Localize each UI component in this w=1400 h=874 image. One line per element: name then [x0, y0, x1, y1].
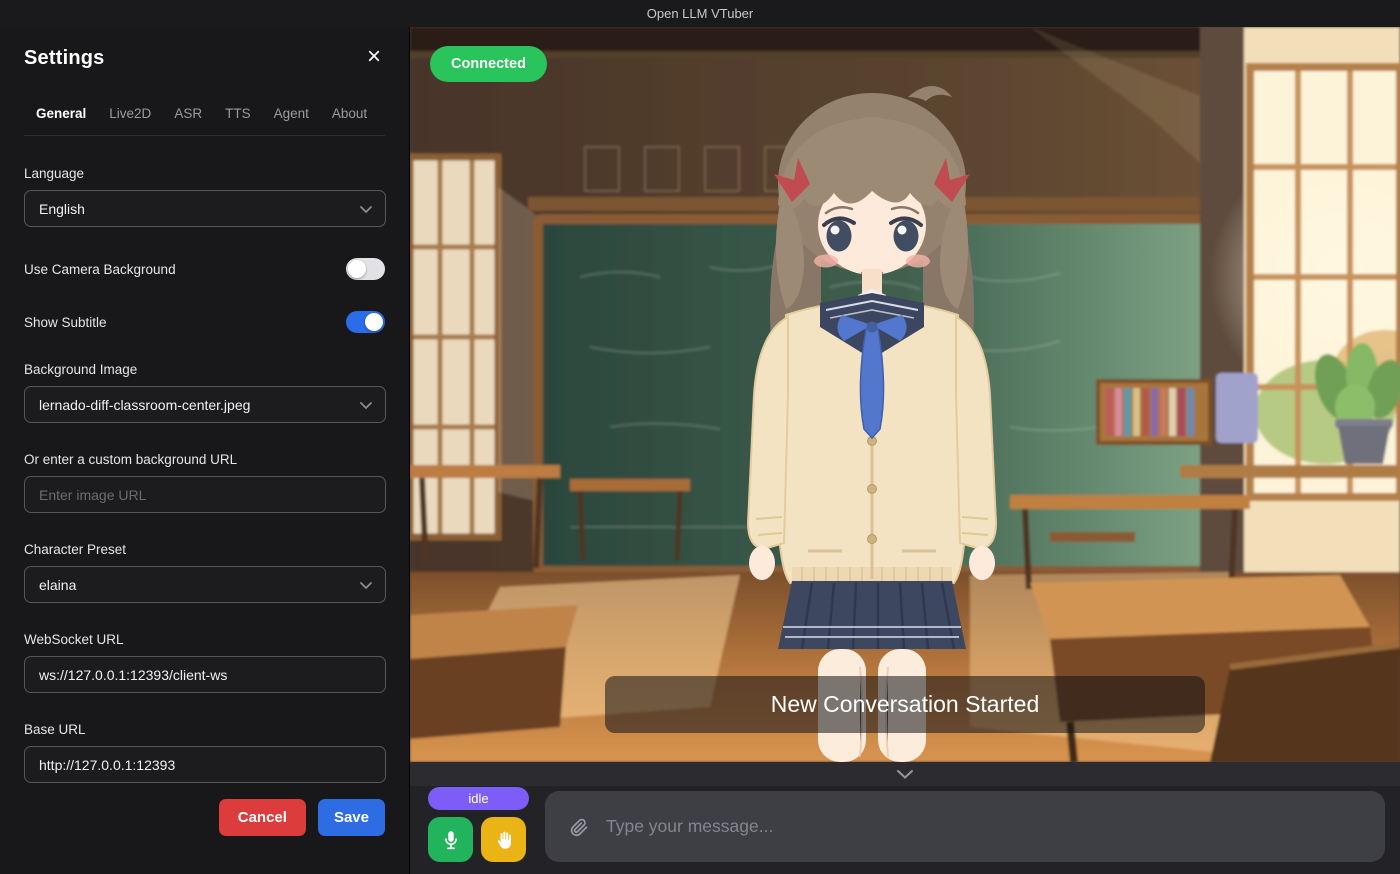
ai-state-badge: idle — [428, 787, 529, 810]
footer-controls: idle — [410, 786, 1400, 874]
tab-live2d[interactable]: Live2D — [109, 106, 151, 121]
chevron-down-icon — [360, 582, 372, 590]
tab-general[interactable]: General — [36, 106, 86, 121]
language-label: Language — [24, 166, 385, 181]
base-url-input[interactable] — [24, 746, 386, 783]
background-image-label: Background Image — [24, 362, 385, 377]
character-preset-select[interactable]: elaina — [24, 566, 386, 603]
chevron-down-icon — [360, 402, 372, 410]
window-title: Open LLM VTuber — [647, 6, 753, 21]
show-subtitle-toggle[interactable] — [346, 311, 385, 333]
websocket-url-input[interactable] — [24, 656, 386, 693]
custom-background-url-label: Or enter a custom background URL — [24, 452, 385, 467]
character-preset-label: Character Preset — [24, 542, 385, 557]
chevron-down-icon — [897, 770, 913, 779]
message-input[interactable] — [606, 816, 1361, 837]
close-icon[interactable]: × — [363, 47, 385, 67]
toggle-knob — [365, 313, 383, 331]
language-select[interactable]: English — [24, 190, 386, 227]
microphone-icon — [440, 829, 462, 851]
show-subtitle-label: Show Subtitle — [24, 315, 107, 330]
window-titlebar: Open LLM VTuber — [0, 0, 1400, 27]
settings-title: Settings — [24, 47, 105, 70]
use-camera-background-toggle[interactable] — [346, 258, 385, 280]
message-input-container — [545, 791, 1385, 862]
bookshelf — [1098, 381, 1210, 443]
interrupt-hand-button[interactable] — [481, 817, 526, 862]
language-value: English — [39, 201, 85, 217]
connection-status-badge: Connected — [430, 46, 547, 82]
character-preset-value: elaina — [39, 577, 76, 593]
background-image-value: lernado-diff-classroom-center.jpeg — [39, 397, 250, 413]
settings-tabs: General Live2D ASR TTS Agent About — [24, 98, 385, 136]
live2d-canvas[interactable]: Connected New Conversation Started — [410, 27, 1400, 762]
stage-area: Connected New Conversation Started idle — [410, 27, 1400, 874]
subtitle-banner: New Conversation Started — [605, 676, 1205, 733]
save-button[interactable]: Save — [318, 799, 385, 836]
settings-panel: Settings × General Live2D ASR TTS Agent … — [0, 27, 410, 874]
classroom-background — [410, 27, 1400, 762]
tab-tts[interactable]: TTS — [225, 106, 251, 121]
cabinet — [1216, 373, 1258, 443]
hand-icon — [493, 829, 515, 851]
custom-background-url-input[interactable] — [24, 476, 386, 513]
base-url-label: Base URL — [24, 722, 385, 737]
websocket-url-label: WebSocket URL — [24, 632, 385, 647]
microphone-button[interactable] — [428, 817, 473, 862]
chevron-down-icon — [360, 206, 372, 214]
tab-agent[interactable]: Agent — [274, 106, 309, 121]
footer-collapse-toggle[interactable] — [410, 762, 1400, 786]
background-image-select[interactable]: lernado-diff-classroom-center.jpeg — [24, 386, 386, 423]
use-camera-background-label: Use Camera Background — [24, 262, 176, 277]
paperclip-icon[interactable] — [569, 816, 589, 838]
tab-about[interactable]: About — [332, 106, 367, 121]
cancel-button[interactable]: Cancel — [219, 799, 306, 836]
toggle-knob — [348, 260, 366, 278]
tab-asr[interactable]: ASR — [174, 106, 202, 121]
